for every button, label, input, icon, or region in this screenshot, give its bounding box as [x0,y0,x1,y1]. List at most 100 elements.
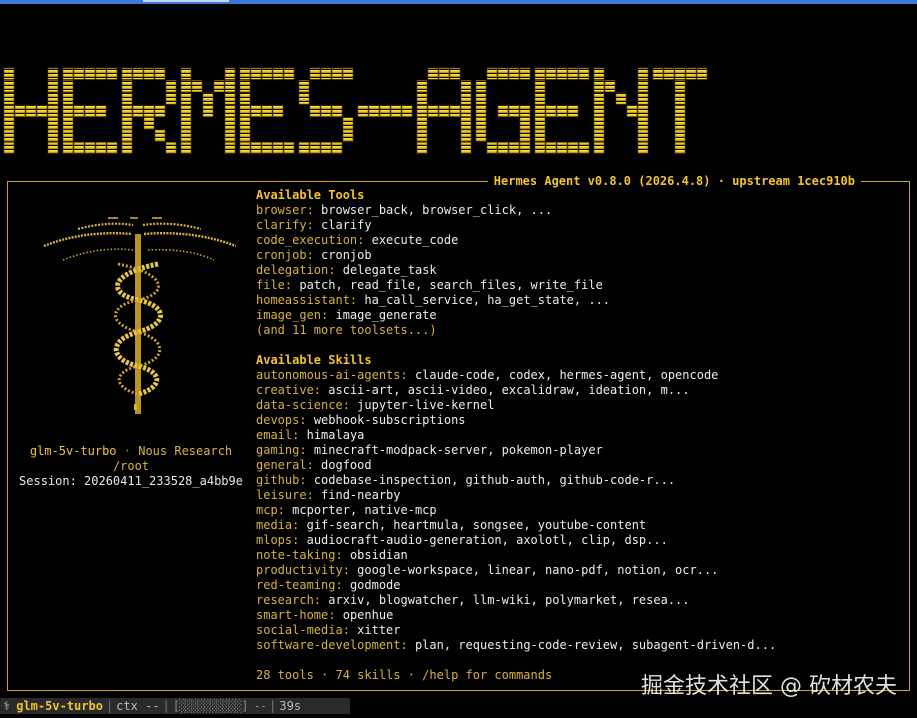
skill-row: gaming: minecraft-modpack-server, pokemo… [256,443,906,458]
skill-row: note-taking: obsidian [256,548,906,563]
skill-row: productivity: google-workspace, linear, … [256,563,906,578]
panel-title: Hermes Agent v0.8.0 (2026.4.8) · upstrea… [487,173,861,189]
info-panel: Hermes Agent v0.8.0 (2026.4.8) · upstrea… [7,173,910,691]
skill-category: data-science: [256,398,350,412]
skill-row: software-development: plan, requesting-c… [256,638,906,653]
skill-values: codebase-inspection, github-auth, github… [313,473,676,487]
tool-row: file: patch, read_file, search_files, wr… [256,278,906,293]
tool-values: ha_call_service, ha_get_state, ... [364,293,611,307]
skill-category: productivity: [256,563,350,577]
tool-row: cronjob: cronjob [256,248,906,263]
working-directory: /root [112,459,150,473]
skill-row: media: gif-search, heartmula, songsee, y… [256,518,906,533]
skill-row: red-teaming: godmode [256,578,906,593]
skill-values: dogfood [321,458,372,472]
skill-row: social-media: xitter [256,623,906,638]
skill-category: media: [256,518,300,532]
skill-values: webhook-subscriptions [313,413,466,427]
skill-row: devops: webhook-subscriptions [256,413,906,428]
skill-values: xitter [357,623,401,637]
skill-category: github: [256,473,307,487]
skill-values: himalaya [306,428,365,442]
tool-values: clarify [321,218,372,232]
skills-heading: Available Skills [256,353,372,367]
skill-values: ascii-art, ascii-video, excalidraw, idea… [328,383,690,397]
tool-values: delegate_task [342,263,437,277]
tool-category: clarify: [256,218,314,232]
tool-values: image_generate [335,308,437,322]
skill-category: general: [256,458,314,472]
tool-values: browser_back, browser_click, ... [321,203,553,217]
skill-values: audiocraft-audio-generation, axolotl, cl… [306,533,668,547]
skill-category: creative: [256,383,322,397]
skill-values: openhue [342,608,394,622]
skill-category: mlops: [256,533,300,547]
skill-values: google-workspace, linear, nano-pdf, noti… [357,563,719,577]
tool-row: browser: browser_back, browser_click, ..… [256,203,906,218]
skill-values: jupyter-live-kernel [357,398,495,412]
skill-values: obsidian [349,548,408,562]
skill-category: autonomous-ai-agents: [256,368,408,382]
skill-category: note-taking: [256,548,343,562]
banner-letters [3,67,708,155]
caduceus-logo-icon [43,217,237,414]
skill-category: devops: [256,413,307,427]
skill-category: gaming: [256,443,307,457]
skill-category: leisure: [256,488,314,502]
skill-category: social-media: [256,623,350,637]
skill-values: mcporter, native-mcp [292,503,437,517]
tools-list: browser: browser_back, browser_click, ..… [256,203,906,323]
provider-name: Nous Research [138,444,233,458]
tool-category: image_gen: [256,308,329,322]
skills-list: autonomous-ai-agents: claude-code, codex… [256,368,906,653]
skill-category: email: [256,428,300,442]
skill-row: autonomous-ai-agents: claude-code, codex… [256,368,906,383]
model-info: glm-5v-turbo · Nous Research [8,444,254,458]
more-toolsets: (and 11 more toolsets...) [256,323,437,337]
tool-values: execute_code [371,233,459,247]
context-indicator: ctx -- [116,699,160,713]
skill-category: smart-home: [256,608,336,622]
skill-values: find-nearby [321,488,401,502]
tool-row: code_execution: execute_code [256,233,906,248]
skill-values: arxiv, blogwatcher, llm-wiki, polymarket… [328,593,690,607]
hermes-agent-banner [3,67,708,155]
skill-row: creative: ascii-art, ascii-video, excali… [256,383,906,398]
tool-values: cronjob [321,248,372,262]
tool-category: file: [256,278,293,292]
skill-row: github: codebase-inspection, github-auth… [256,473,906,488]
tool-row: image_gen: image_generate [256,308,906,323]
skill-values: plan, requesting-code-review, subagent-d… [414,638,777,652]
watermark: 掘金技术社区 @ 砍材农夫 [641,674,897,699]
tool-values: patch, read_file, search_files, write_fi… [299,278,603,292]
skill-row: data-science: jupyter-live-kernel [256,398,906,413]
separator-dot: · [123,444,131,458]
tool-category: cronjob: [256,248,314,262]
tool-row: clarify: clarify [256,218,906,233]
skill-values: godmode [349,578,401,592]
tool-category: delegation: [256,263,336,277]
context-progress-bar: [░░░░░░░░░░] -- [172,699,267,713]
tools-heading: Available Tools [256,188,365,202]
active-tab-indicator[interactable] [143,0,229,2]
left-column: glm-5v-turbo · Nous Research /root Sessi… [8,182,254,690]
tool-category: homeassistant: [256,293,358,307]
caduceus-status-icon: ⚕ [3,699,11,713]
skill-values: claude-code, codex, hermes-agent, openco… [414,368,719,382]
tool-category: browser: [256,203,314,217]
skill-row: mlops: audiocraft-audio-generation, axol… [256,533,906,548]
status-bar: ⚕ glm-5v-turbo | ctx -- | [░░░░░░░░░░] -- | 39s [0,698,350,714]
skill-category: research: [256,593,322,607]
skill-values: gif-search, heartmula, songsee, youtube-… [306,518,647,532]
skill-row: email: himalaya [256,428,906,443]
skill-category: mcp: [256,503,285,517]
tool-category: code_execution: [256,233,365,247]
tool-row: delegation: delegate_task [256,263,906,278]
window-top-bar [0,0,917,4]
right-column: Available Tools browser: browser_back, b… [256,188,906,683]
status-model: glm-5v-turbo [16,699,103,713]
elapsed-time: 39s [279,699,302,713]
skill-values: minecraft-modpack-server, pokemon-player [313,443,603,457]
skill-row: general: dogfood [256,458,906,473]
skill-category: red-teaming: [256,578,343,592]
